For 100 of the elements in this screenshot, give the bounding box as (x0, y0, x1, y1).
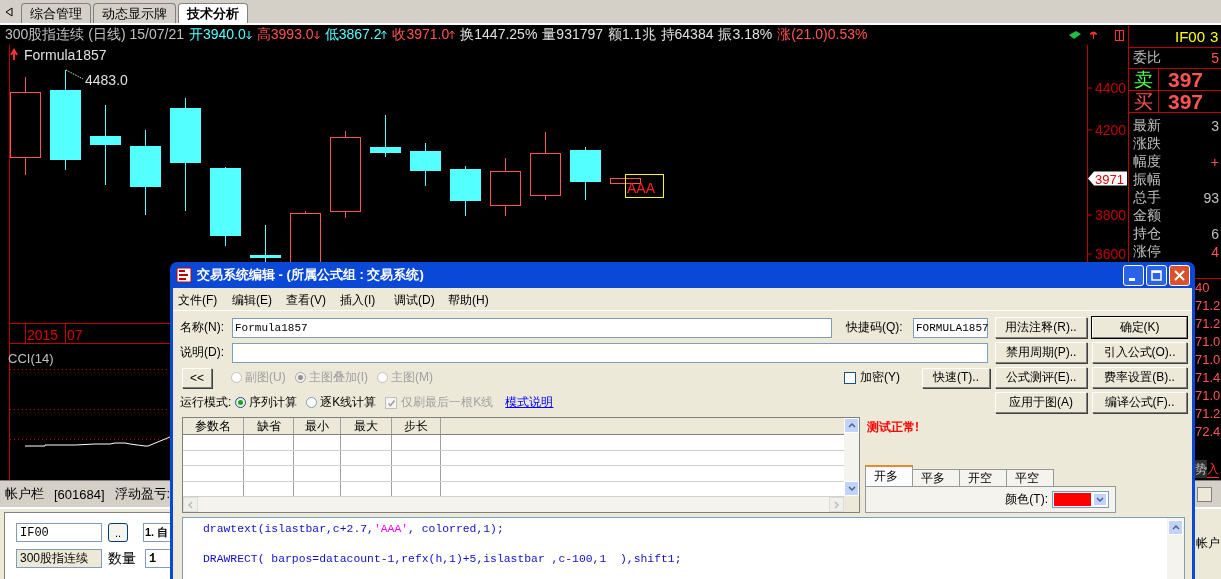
collapse-button[interactable]: << (182, 367, 212, 388)
panel-title: 帐户 (1196, 535, 1220, 552)
tab[interactable]: 开空 (959, 469, 1007, 486)
quote-value: 高3993.0 (256, 26, 314, 44)
dialog-button[interactable]: 编译公式(F).. (1092, 392, 1187, 413)
tab[interactable]: 平多 (912, 469, 960, 486)
quote-value: 3 (1211, 118, 1219, 134)
quantity-field[interactable]: 1 (145, 549, 172, 568)
account-number: [601684] (54, 486, 105, 502)
quote-label: 振幅 (1133, 171, 1161, 189)
browse-button[interactable]: .. (108, 523, 128, 542)
column-header: 最小 (294, 418, 341, 434)
quick-button[interactable]: 快速(T).. (922, 367, 990, 388)
column-header: 缺省 (244, 418, 294, 434)
order-type-select[interactable]: 1. 自 (143, 523, 171, 542)
dialog-button[interactable]: 引入公式(O).. (1092, 342, 1187, 363)
menu-item[interactable]: 帮助(H) (445, 291, 499, 309)
tab[interactable]: 势 (1195, 460, 1207, 478)
quantity-label: 数量 (108, 549, 136, 568)
candle (610, 177, 641, 184)
menu-item[interactable]: 编辑(E) (229, 291, 283, 309)
left-arrow-icon (3, 5, 15, 19)
quote-value: 低3867.2 (324, 26, 382, 44)
quote-label: 金额 (1133, 207, 1161, 225)
tab[interactable]: 动态显示牌 (93, 3, 176, 23)
menu-item[interactable]: 查看(V) (283, 291, 337, 309)
quote-label: 幅度 (1133, 153, 1161, 171)
quote-value: 换1447.25% (460, 26, 538, 44)
tab[interactable]: 综合管理 (21, 3, 91, 23)
close-button[interactable] (1169, 264, 1190, 286)
scrollbar[interactable] (183, 497, 844, 512)
scrollbar[interactable] (844, 418, 859, 496)
mode-help-link[interactable]: 模式说明 (505, 394, 554, 411)
quote-label: 卖 (1129, 69, 1159, 90)
date-label: 2015 (27, 327, 59, 343)
shortcut-field[interactable]: FORMULA1857 (913, 317, 988, 338)
dialog-button[interactable]: 费率设置(B).. (1092, 367, 1187, 388)
dialog-button[interactable]: 用法注释(R).. (995, 317, 1087, 338)
dialog-button[interactable]: 应用于图(A) (995, 392, 1087, 413)
candle (490, 157, 521, 217)
field-label: 名称(N): (180, 319, 225, 336)
menu-item[interactable]: 文件(F) (175, 291, 229, 309)
tick-price: 71.0 (1195, 351, 1221, 369)
status-message: 测试正常! (866, 419, 920, 436)
menu-item[interactable]: 插入(I) (337, 291, 391, 309)
formula-arrow-icon (10, 48, 18, 61)
maximize-button[interactable] (1146, 264, 1167, 286)
dialog-button[interactable]: 禁用周期(P).. (995, 342, 1087, 363)
candle (530, 131, 561, 201)
quote-value: 397 (1167, 89, 1204, 114)
candle (450, 165, 481, 217)
field-label: 快捷码(Q): (846, 319, 904, 336)
tab[interactable]: 平空 (1006, 469, 1054, 486)
description-field[interactable] (232, 342, 988, 363)
quote-value: 收3971.0 (392, 26, 450, 44)
tab[interactable]: 入 (1207, 460, 1219, 478)
symbol-code: IF00 (1175, 27, 1205, 45)
name-field: 300股指连续 (16, 549, 102, 568)
marker-text: AAA (627, 180, 655, 196)
axis-label: 3600 (1095, 246, 1127, 262)
quote-label: 委比 (1133, 49, 1161, 67)
quote-value: 涨(21.0)0.53% (777, 26, 868, 44)
scrollbar[interactable] (1167, 518, 1184, 579)
code-line: DRAWRECT( barpos=datacount-1,refx(h,1)+5,islastbar ,c-100,1 ),shift1; (203, 552, 683, 567)
checkbox[interactable]: 加密(Y) (844, 369, 900, 386)
radio-button[interactable]: 逐K线计算 (306, 394, 377, 411)
tick-price: 71.4 (1195, 369, 1221, 387)
tick-price: 71.2 (1195, 405, 1221, 423)
axis-label: 4200 (1095, 122, 1127, 138)
depth-header: 40 (1195, 279, 1211, 297)
window-title: 交易系统编辑 - (所属公式组 : 交易系统) (197, 266, 424, 284)
symbol-price: 3 (1210, 27, 1219, 45)
leader-line (65, 69, 84, 80)
parameter-table[interactable]: 参数名 缺省 最小 最大 步长 (182, 417, 860, 513)
candle (250, 224, 281, 263)
tab[interactable]: 开多 (865, 465, 913, 486)
quote-value: 持64384 (660, 26, 714, 44)
dialog-button[interactable]: 公式测评(E).. (995, 367, 1087, 388)
small-button[interactable] (1197, 486, 1212, 502)
quote-value: 额1.1兆 (608, 26, 656, 44)
minimize-button[interactable] (1123, 264, 1144, 286)
radio-button[interactable]: 序列计算 (235, 394, 298, 411)
tick-price: 71.0 (1195, 387, 1221, 405)
dialog-button[interactable]: 确定(K) (1092, 317, 1187, 338)
name-field[interactable]: Formula1857 (232, 317, 832, 338)
marker-box (625, 174, 664, 198)
column-header: 参数名 (183, 418, 244, 434)
symbol-field[interactable]: IF00 (16, 523, 102, 542)
caret-icon (1096, 496, 1104, 503)
candle (570, 146, 601, 201)
menu-item[interactable]: 调试(D) (391, 291, 445, 309)
quote-value: 量931797 (542, 26, 604, 44)
quote-value: 振3.18% (718, 26, 773, 44)
tick-price: 71.2 (1195, 297, 1221, 315)
candle (370, 114, 401, 158)
color-dropdown[interactable] (1052, 491, 1109, 508)
quote-label: 涨停 (1133, 243, 1161, 261)
quote-label: 买 (1129, 91, 1159, 112)
current-price-tag: 3971 (1088, 171, 1127, 187)
tab[interactable]: 技术分析 (178, 3, 248, 23)
